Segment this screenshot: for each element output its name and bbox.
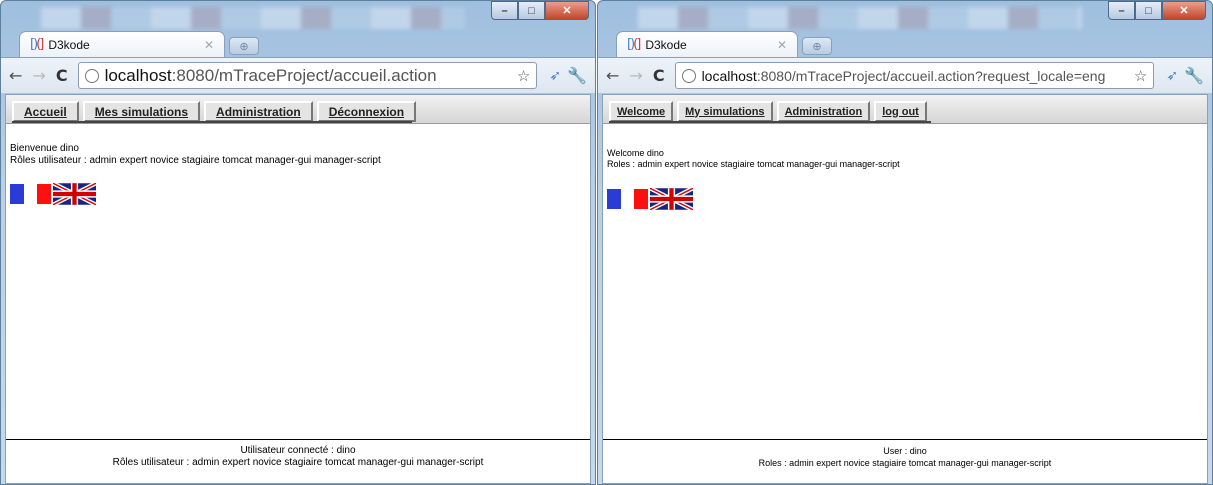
maximize-button[interactable]: □ bbox=[1135, 1, 1162, 20]
browser-tab[interactable]: [)(] D3kode ✕ bbox=[19, 31, 225, 57]
menu-administration[interactable]: Administration bbox=[204, 101, 313, 122]
site-menu: Welcome My simulations Administration lo… bbox=[609, 101, 931, 122]
browser-tab[interactable]: [)(] D3kode ✕ bbox=[616, 31, 798, 57]
language-flags bbox=[607, 188, 693, 210]
url-text: localhost:8080/mTraceProject/accueil.act… bbox=[104, 65, 437, 85]
tab-title: D3kode bbox=[645, 37, 687, 52]
globe-icon bbox=[681, 68, 696, 83]
footer-user: User : dino bbox=[883, 446, 927, 456]
window-controls: – □ ✕ bbox=[491, 1, 589, 20]
menu-my-simulations[interactable]: My simulations bbox=[677, 101, 773, 122]
close-icon[interactable]: ✕ bbox=[204, 38, 214, 52]
menu-underline bbox=[12, 121, 412, 123]
roles-text: Roles : admin expert novice stagiaire to… bbox=[607, 159, 900, 169]
close-icon[interactable]: ✕ bbox=[777, 38, 787, 52]
page-viewport: Welcome My simulations Administration lo… bbox=[602, 94, 1208, 484]
menu-underline bbox=[609, 121, 931, 123]
uk-flag-icon[interactable] bbox=[53, 183, 96, 205]
menu-mes-simulations[interactable]: Mes simulations bbox=[82, 101, 201, 122]
address-bar[interactable]: localhost:8080/mTraceProject/accueil.act… bbox=[674, 62, 1155, 89]
page-content: Bienvenue dino Rôles utilisateur : admin… bbox=[10, 143, 381, 167]
back-icon[interactable]: ← bbox=[606, 66, 619, 85]
minimize-button[interactable]: – bbox=[1108, 1, 1135, 20]
new-tab-icon[interactable]: ⊕ bbox=[802, 37, 832, 55]
reload-icon[interactable]: C bbox=[56, 66, 68, 85]
page-content: Welcome dino Roles : admin expert novice… bbox=[607, 148, 900, 170]
welcome-text: Welcome dino bbox=[607, 148, 664, 158]
window-controls: – □ ✕ bbox=[1108, 1, 1206, 20]
address-bar[interactable]: localhost:8080/mTraceProject/accueil.act… bbox=[77, 62, 538, 89]
back-icon[interactable]: ← bbox=[9, 66, 22, 85]
favicon-icon: [)(] bbox=[30, 37, 44, 52]
page-viewport: Accueil Mes simulations Administration D… bbox=[5, 94, 591, 484]
extension-icon[interactable]: ➶ bbox=[1166, 67, 1178, 84]
page-footer: User : dino Roles : admin expert novice … bbox=[603, 439, 1207, 483]
favicon-icon: [)(] bbox=[627, 37, 641, 52]
browser-toolbar: ← → C localhost:8080/mTraceProject/accue… bbox=[598, 57, 1212, 93]
wrench-icon[interactable]: 🔧 bbox=[567, 66, 587, 85]
reload-icon[interactable]: C bbox=[653, 66, 665, 85]
uk-flag-icon[interactable] bbox=[650, 188, 693, 210]
menu-welcome[interactable]: Welcome bbox=[609, 101, 674, 122]
menu-deconnexion[interactable]: Déconnexion bbox=[316, 101, 417, 122]
forward-icon[interactable]: → bbox=[32, 66, 45, 85]
browser-window-english: – □ ✕ [)(] D3kode ✕ ⊕ ← → C localhost:80… bbox=[597, 0, 1213, 485]
star-icon[interactable]: ☆ bbox=[1128, 67, 1147, 85]
page-footer: Utilisateur connecté : dino Rôles utilis… bbox=[6, 439, 590, 483]
site-menu: Accueil Mes simulations Administration D… bbox=[12, 101, 420, 122]
french-flag-icon[interactable] bbox=[607, 189, 649, 209]
site-menu-bar: Welcome My simulations Administration lo… bbox=[603, 95, 1207, 124]
url-text: localhost:8080/mTraceProject/accueil.act… bbox=[701, 67, 1106, 84]
language-flags bbox=[10, 183, 96, 205]
window-close-button[interactable]: ✕ bbox=[1162, 1, 1206, 20]
menu-accueil[interactable]: Accueil bbox=[12, 101, 79, 122]
new-tab-icon[interactable]: ⊕ bbox=[229, 37, 259, 55]
star-icon[interactable]: ☆ bbox=[511, 67, 530, 85]
welcome-text: Bienvenue dino bbox=[10, 143, 79, 154]
forward-icon[interactable]: → bbox=[629, 66, 642, 85]
footer-roles: Roles : admin expert novice stagiaire to… bbox=[758, 458, 1052, 468]
menu-log-out[interactable]: log out bbox=[874, 101, 927, 122]
extension-icon[interactable]: ➶ bbox=[549, 67, 561, 84]
browser-window-french: – □ ✕ [)(] D3kode ✕ ⊕ ← → C localhost:80… bbox=[0, 0, 596, 485]
site-menu-bar: Accueil Mes simulations Administration D… bbox=[6, 95, 590, 124]
footer-user: Utilisateur connecté : dino bbox=[240, 445, 356, 456]
maximize-button[interactable]: □ bbox=[518, 1, 545, 20]
tab-title: D3kode bbox=[48, 37, 90, 52]
menu-administration[interactable]: Administration bbox=[776, 101, 871, 122]
wrench-icon[interactable]: 🔧 bbox=[1184, 66, 1204, 85]
minimize-button[interactable]: – bbox=[491, 1, 518, 20]
footer-roles: Rôles utilisateur : admin expert novice … bbox=[112, 457, 484, 468]
tab-strip: [)(] D3kode ✕ ⊕ bbox=[19, 31, 259, 57]
browser-toolbar: ← → C localhost:8080/mTraceProject/accue… bbox=[1, 57, 595, 93]
roles-text: Rôles utilisateur : admin expert novice … bbox=[10, 155, 381, 166]
globe-icon bbox=[84, 68, 99, 83]
window-close-button[interactable]: ✕ bbox=[545, 1, 589, 20]
tab-strip: [)(] D3kode ✕ ⊕ bbox=[616, 31, 832, 57]
french-flag-icon[interactable] bbox=[10, 184, 52, 204]
